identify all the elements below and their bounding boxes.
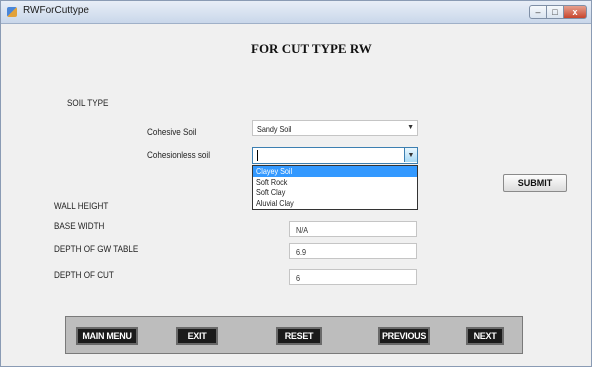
cohesive-soil-label: Cohesive Soil — [147, 127, 197, 137]
cohesionless-soil-label: Cohesionless soil — [147, 150, 211, 160]
dropdown-option-aluvial-clay[interactable]: Aluvial Clay — [253, 198, 417, 209]
base-width-value: N/A — [296, 225, 309, 235]
maximize-button[interactable]: □ — [546, 5, 564, 19]
next-button[interactable]: NEXT — [466, 327, 504, 345]
dropdown-option-soft-clay[interactable]: Soft Clay — [253, 187, 417, 198]
dropdown-option-clayey-soil[interactable]: Clayey Soil — [253, 166, 417, 177]
cohesionless-soil-select[interactable]: ▼ — [252, 147, 418, 164]
dropdown-option-soft-rock[interactable]: Soft Rock — [253, 177, 417, 188]
soil-type-label: SOIL TYPE — [67, 98, 109, 108]
base-width-input[interactable]: N/A — [289, 221, 417, 237]
cohesionless-soil-dropdown-list: Clayey Soil Soft Rock Soft Clay Aluvial … — [252, 165, 418, 210]
title-bar: RWForCuttype – □ x — [1, 1, 591, 24]
exit-button[interactable]: EXIT — [176, 327, 218, 345]
page-title: FOR CUT TYPE RW — [251, 41, 372, 56]
minimize-button[interactable]: – — [529, 5, 547, 19]
depth-gw-table-input[interactable]: 6.9 — [289, 243, 417, 259]
text-caret — [257, 150, 258, 161]
main-menu-button[interactable]: MAIN MENU — [76, 327, 138, 345]
previous-button[interactable]: PREVIOUS — [378, 327, 430, 345]
dropdown-arrow-icon[interactable]: ▼ — [407, 124, 414, 131]
depth-gw-table-value: 6.9 — [296, 247, 307, 257]
window-title: RWForCuttype — [23, 5, 89, 16]
submit-button[interactable]: SUBMIT — [503, 174, 567, 192]
depth-gw-table-label: DEPTH OF GW TABLE — [54, 244, 139, 254]
wall-height-label: WALL HEIGHT — [54, 201, 109, 211]
cohesive-soil-value: Sandy Soil — [257, 124, 292, 134]
depth-cut-value: 6 — [296, 273, 301, 283]
cohesive-soil-select[interactable]: Sandy Soil ▼ — [252, 120, 418, 136]
app-window: RWForCuttype – □ x FOR CUT TYPE RW SOIL … — [0, 0, 592, 367]
reset-button[interactable]: RESET — [276, 327, 322, 345]
depth-cut-input[interactable]: 6 — [289, 269, 417, 285]
depth-cut-label: DEPTH OF CUT — [54, 270, 114, 280]
app-icon — [7, 7, 17, 17]
dropdown-arrow-icon[interactable]: ▼ — [404, 148, 417, 162]
button-panel: MAIN MENU EXIT RESET PREVIOUS NEXT — [65, 316, 523, 354]
base-width-label: BASE WIDTH — [54, 221, 105, 231]
close-button[interactable]: x — [563, 5, 587, 19]
